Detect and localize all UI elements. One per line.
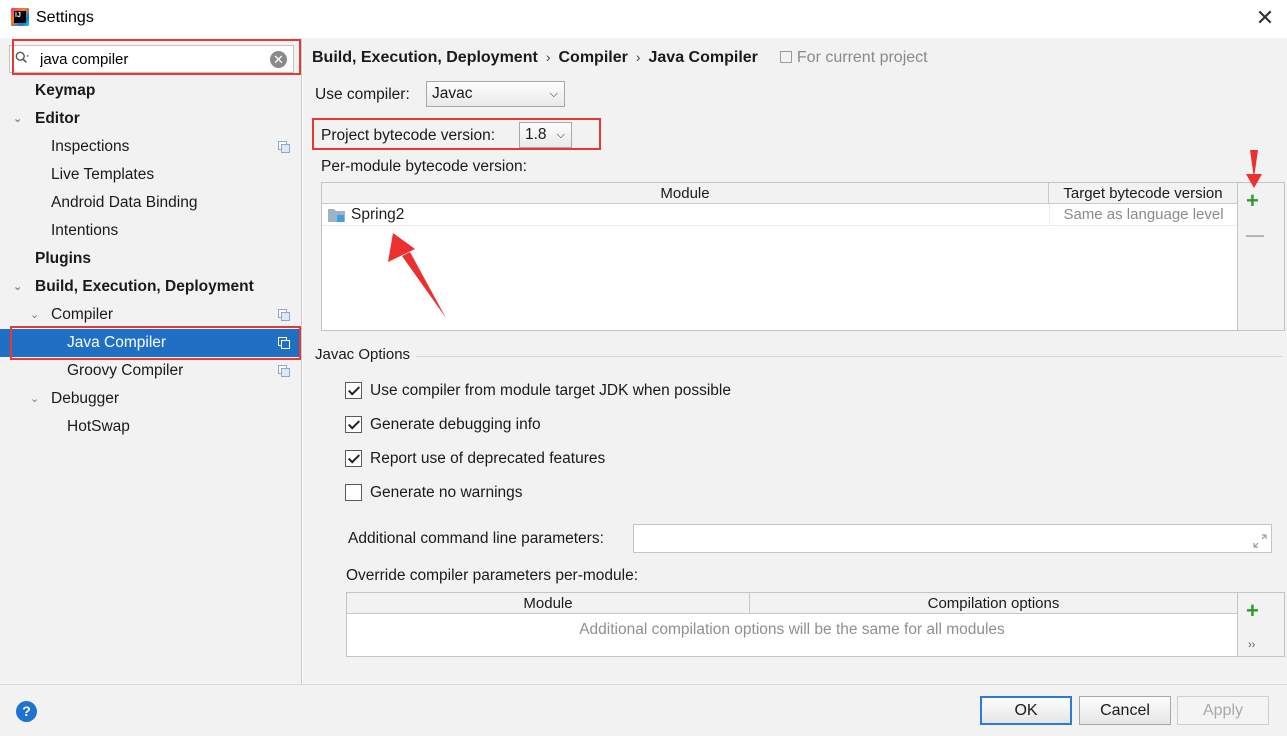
override-table-toolbar: + ››: [1238, 592, 1285, 657]
use-compiler-label: Use compiler:: [315, 86, 410, 103]
column-header-module[interactable]: Module: [347, 593, 750, 614]
tree-item-editor[interactable]: ⌄ Editor: [0, 105, 301, 133]
checkbox[interactable]: [345, 484, 362, 501]
tree-item-android-data-binding[interactable]: Android Data Binding: [0, 189, 301, 217]
intellij-app-icon: IJ: [11, 8, 29, 26]
search-icon[interactable]: [15, 51, 29, 65]
breadcrumb-item: Build, Execution, Deployment: [312, 49, 538, 66]
project-scope-label: For current project: [779, 49, 928, 66]
breadcrumb-item: Java Compiler: [648, 49, 758, 66]
checkbox[interactable]: [345, 450, 362, 467]
tree-item-build-execution-deployment[interactable]: ⌄ Build, Execution, Deployment: [0, 273, 301, 301]
project-scope-icon: [278, 309, 290, 321]
tree-item-debugger[interactable]: ⌄ Debugger: [0, 385, 301, 413]
per-module-bytecode-table[interactable]: Module Target bytecode version Spring2 S…: [321, 182, 1238, 331]
project-scope-icon: [278, 365, 290, 377]
table-header: Module Target bytecode version: [322, 183, 1237, 204]
target-bytecode-value[interactable]: Same as language level: [1049, 204, 1237, 226]
tree-item-compiler[interactable]: ⌄ Compiler: [0, 301, 301, 329]
cancel-button[interactable]: Cancel: [1079, 696, 1171, 725]
remove-icon[interactable]: —: [1246, 225, 1264, 245]
apply-button[interactable]: Apply: [1177, 696, 1269, 725]
tree-item-hotswap[interactable]: HotSwap: [0, 413, 301, 441]
expand-icon[interactable]: [1253, 534, 1267, 548]
settings-content-panel: Build, Execution, Deployment › Compiler › Ja…: [303, 38, 1287, 684]
javac-options-title: Javac Options: [315, 346, 411, 363]
project-scope-icon: [779, 51, 792, 63]
project-bytecode-version-label: Project bytecode version:: [321, 127, 496, 144]
breadcrumb-separator: ›: [635, 49, 641, 65]
additional-params-input[interactable]: [633, 524, 1272, 553]
chevron-down-icon[interactable]: ⌄: [30, 301, 44, 329]
module-folder-icon: [328, 209, 345, 222]
column-header-module[interactable]: Module: [322, 183, 1049, 204]
tree-item-inspections[interactable]: Inspections: [0, 133, 301, 161]
ok-button[interactable]: OK: [980, 696, 1072, 725]
use-compiler-dropdown[interactable]: Javac ⌵: [426, 81, 565, 107]
table-header: Module Compilation options: [347, 593, 1237, 614]
per-module-bytecode-label: Per-module bytecode version:: [321, 158, 527, 175]
tree-item-java-compiler[interactable]: Java Compiler: [0, 329, 301, 357]
tree-item-live-templates[interactable]: Live Templates: [0, 161, 301, 189]
title-bar: IJ Settings ✕: [0, 0, 1287, 38]
breadcrumb-item: Compiler: [558, 49, 628, 66]
search-input[interactable]: [40, 49, 270, 69]
override-params-table[interactable]: Module Compilation options Additional co…: [346, 592, 1238, 657]
project-scope-icon: [278, 141, 290, 153]
override-params-label: Override compiler parameters per-module:: [346, 567, 639, 584]
close-icon[interactable]: ✕: [1253, 6, 1277, 30]
additional-params-label: Additional command line parameters:: [348, 530, 604, 547]
chevron-down-icon: ⌵: [556, 129, 565, 141]
table-toolbar: + —: [1238, 182, 1285, 331]
table-row[interactable]: Spring2 Same as language level: [322, 204, 1237, 226]
tree-item-plugins[interactable]: Plugins: [0, 245, 301, 273]
breadcrumb-separator: ›: [545, 49, 551, 65]
dialog-footer: ? OK Cancel Apply: [0, 684, 1287, 736]
chevron-down-icon[interactable]: ⌄: [13, 105, 27, 133]
checkbox[interactable]: [345, 382, 362, 399]
tree-item-groovy-compiler[interactable]: Groovy Compiler: [0, 357, 301, 385]
group-divider: [416, 356, 1282, 357]
chevron-down-icon[interactable]: ⌄: [13, 273, 27, 301]
window-title: Settings: [36, 9, 94, 26]
add-icon[interactable]: +: [1246, 190, 1259, 212]
project-bytecode-version-dropdown[interactable]: 1.8 ⌵: [519, 122, 572, 148]
help-icon[interactable]: ?: [16, 701, 37, 722]
chevron-down-icon: ⌵: [549, 88, 558, 100]
empty-table-message: Additional compilation options will be t…: [579, 621, 1005, 638]
checkbox[interactable]: [345, 416, 362, 433]
column-header-compilation-options[interactable]: Compilation options: [750, 593, 1237, 614]
project-scope-icon: [278, 337, 290, 349]
clear-search-icon[interactable]: ✕: [270, 51, 287, 68]
tree-item-intentions[interactable]: Intentions: [0, 217, 301, 245]
column-header-target-bytecode[interactable]: Target bytecode version: [1049, 183, 1237, 204]
settings-search-box[interactable]: ✕: [9, 45, 294, 73]
add-icon[interactable]: +: [1246, 600, 1259, 622]
settings-sidebar: ✕ Keymap ⌄ Editor Inspections Live Templ…: [0, 38, 302, 684]
tree-item-keymap[interactable]: Keymap: [0, 77, 301, 105]
chevron-down-icon[interactable]: ⌄: [30, 385, 44, 413]
module-name: Spring2: [351, 206, 405, 223]
breadcrumb: Build, Execution, Deployment › Compiler › Ja…: [312, 49, 928, 67]
more-actions-icon[interactable]: ››: [1248, 639, 1255, 651]
